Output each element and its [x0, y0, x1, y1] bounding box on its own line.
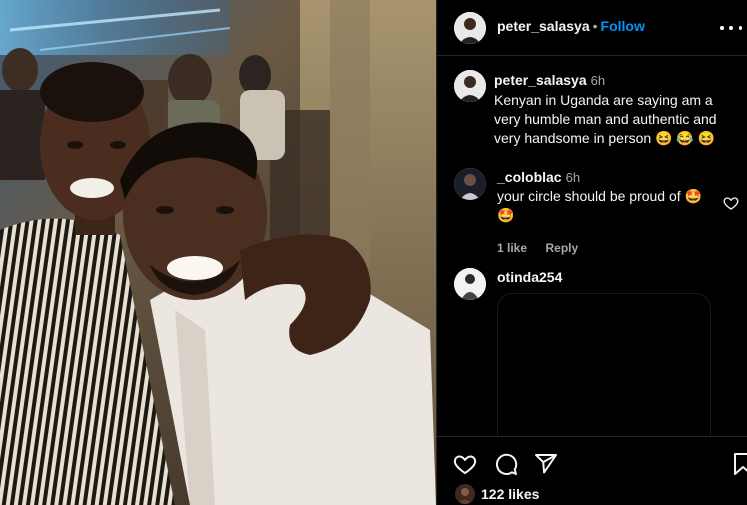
comment-media[interactable] [498, 294, 710, 444]
comment-avatar[interactable] [454, 168, 486, 200]
comment-avatar[interactable] [454, 268, 486, 300]
person-icon [454, 12, 486, 44]
post-actions: 122 likes [437, 436, 747, 505]
author-avatar[interactable] [454, 12, 486, 44]
comment-like-heart-icon[interactable] [723, 195, 739, 211]
follow-button[interactable]: Follow [601, 18, 645, 34]
header-title-row: peter_salasya • Follow [497, 18, 645, 36]
separator-dot: • [592, 18, 598, 34]
person-icon [454, 70, 486, 102]
caption: peter_salasya 6h Kenyan in Uganda are say… [494, 71, 734, 148]
comment-username[interactable]: otinda254 [497, 269, 562, 285]
person-icon [455, 484, 475, 504]
reply-button[interactable]: Reply [545, 241, 578, 255]
caption-text: Kenyan in Uganda are saying am a very hu… [494, 92, 717, 146]
person-icon [454, 268, 486, 300]
likes-row: 122 likes [455, 484, 539, 504]
comment-item: otinda254 [497, 269, 562, 287]
liker-avatar [455, 484, 475, 504]
share-icon[interactable] [534, 452, 558, 476]
comment-text: your circle should be proud of 🤩 🤩 [497, 188, 702, 223]
likes-count[interactable]: 122 likes [481, 486, 539, 502]
comment-time: 6h [565, 170, 581, 185]
comments-panel: peter_salasya • Follow peter_salasya 6h Ken… [436, 0, 747, 505]
comment-meta-row: 1 like Reply [497, 239, 707, 257]
author-username[interactable]: peter_salasya [497, 18, 590, 34]
caption-time: 6h [590, 73, 606, 88]
person-icon [454, 168, 486, 200]
more-options-icon[interactable] [720, 18, 742, 38]
instagram-post-view: peter_salasya • Follow peter_salasya 6h Ken… [0, 0, 747, 505]
post-photo[interactable] [0, 0, 436, 505]
post-header: peter_salasya • Follow [437, 0, 747, 56]
comment-username[interactable]: _coloblac [497, 169, 562, 185]
comment-item: _coloblac 6h your circle should be proud … [497, 168, 707, 257]
caption-username[interactable]: peter_salasya [494, 72, 587, 88]
heart-icon[interactable] [453, 452, 477, 476]
comment-icon[interactable] [494, 452, 518, 476]
caption-author-avatar[interactable] [454, 70, 486, 102]
photo-illustration [0, 0, 436, 505]
bookmark-icon[interactable] [733, 452, 747, 476]
comment-likes[interactable]: 1 like [497, 241, 527, 255]
